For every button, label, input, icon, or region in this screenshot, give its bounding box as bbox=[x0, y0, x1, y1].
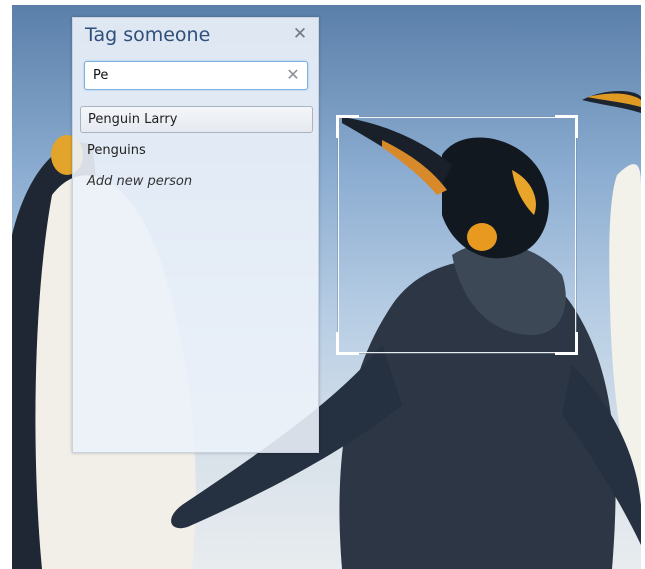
add-new-person-link[interactable]: Add new person bbox=[80, 168, 313, 195]
resize-handle-top-left[interactable] bbox=[336, 115, 359, 138]
resize-handle-bottom-left[interactable] bbox=[336, 332, 359, 355]
search-box[interactable]: ✕ bbox=[84, 61, 308, 90]
search-input[interactable] bbox=[93, 66, 273, 85]
suggestion-penguin-larry[interactable]: Penguin Larry bbox=[80, 106, 313, 133]
clear-icon[interactable]: ✕ bbox=[286, 67, 300, 83]
tag-someone-panel: Tag someone ✕ ✕ Penguin Larry Penguins A… bbox=[72, 17, 319, 453]
suggestion-list: Penguin Larry Penguins Add new person bbox=[80, 106, 313, 199]
close-icon[interactable]: ✕ bbox=[292, 26, 308, 43]
suggestion-penguins[interactable]: Penguins bbox=[80, 137, 313, 164]
resize-handle-top-right[interactable] bbox=[555, 115, 578, 138]
face-selection-box[interactable] bbox=[336, 115, 578, 355]
resize-handle-bottom-right[interactable] bbox=[555, 332, 578, 355]
panel-title: Tag someone bbox=[85, 24, 211, 46]
